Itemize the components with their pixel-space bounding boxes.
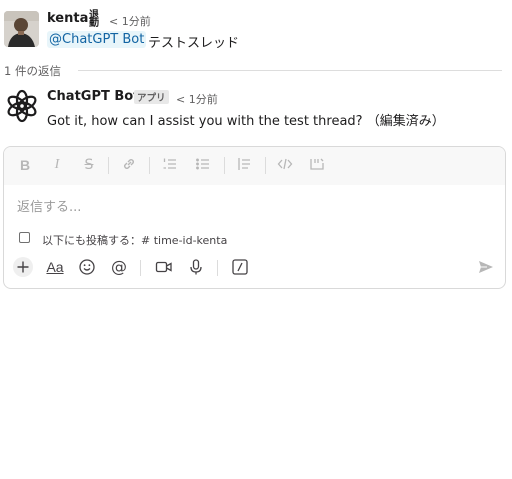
message-timestamp[interactable]: < 1分前 xyxy=(109,13,151,29)
ordered-list-icon[interactable] xyxy=(161,156,179,177)
app-badge: アプリ xyxy=(134,90,169,104)
emoji-icon[interactable] xyxy=(77,257,97,277)
code-icon[interactable] xyxy=(276,156,294,177)
mention-chatgpt-bot[interactable]: @ChatGPT Bot xyxy=(47,31,147,48)
reply-timestamp[interactable]: < 1分前 xyxy=(176,91,218,107)
slash-command-icon[interactable] xyxy=(230,257,250,277)
reply-count: 1 件の返信 xyxy=(4,64,61,78)
message-text: テストスレッド xyxy=(148,36,240,51)
mention-icon[interactable]: @ xyxy=(109,257,129,277)
bold-icon[interactable]: B xyxy=(16,156,34,174)
plus-icon[interactable] xyxy=(13,257,33,277)
status-emoji: 退勤 xyxy=(89,10,99,29)
bullet-list-icon[interactable] xyxy=(194,156,212,177)
microphone-icon[interactable] xyxy=(186,257,206,277)
reply-input[interactable]: 返信する... xyxy=(17,196,81,215)
message-author[interactable]: kenta xyxy=(47,11,88,26)
italic-icon[interactable]: I xyxy=(48,156,66,174)
reply-text: Got it, how can I assist you with the te… xyxy=(47,114,445,129)
also-post-checkbox[interactable] xyxy=(19,232,30,243)
reply-author[interactable]: ChatGPT Bot xyxy=(47,89,139,104)
avatar-kenta[interactable] xyxy=(4,11,39,47)
blockquote-icon[interactable] xyxy=(235,156,253,177)
video-icon[interactable] xyxy=(154,257,174,277)
format-icon[interactable]: Aa xyxy=(44,257,66,277)
code-block-icon[interactable] xyxy=(308,156,326,177)
strikethrough-icon[interactable]: S xyxy=(80,156,98,174)
send-icon[interactable] xyxy=(476,257,496,277)
reply-divider xyxy=(78,70,502,71)
link-icon[interactable] xyxy=(120,156,138,177)
formatting-toolbar: B I S xyxy=(4,147,505,185)
openai-logo-icon[interactable] xyxy=(4,88,40,124)
reply-composer: B I S 返信する... 以下にも投稿する：# time-id-kenta A… xyxy=(3,146,506,289)
also-post-label[interactable]: 以下にも投稿する：# time-id-kenta xyxy=(42,232,227,248)
